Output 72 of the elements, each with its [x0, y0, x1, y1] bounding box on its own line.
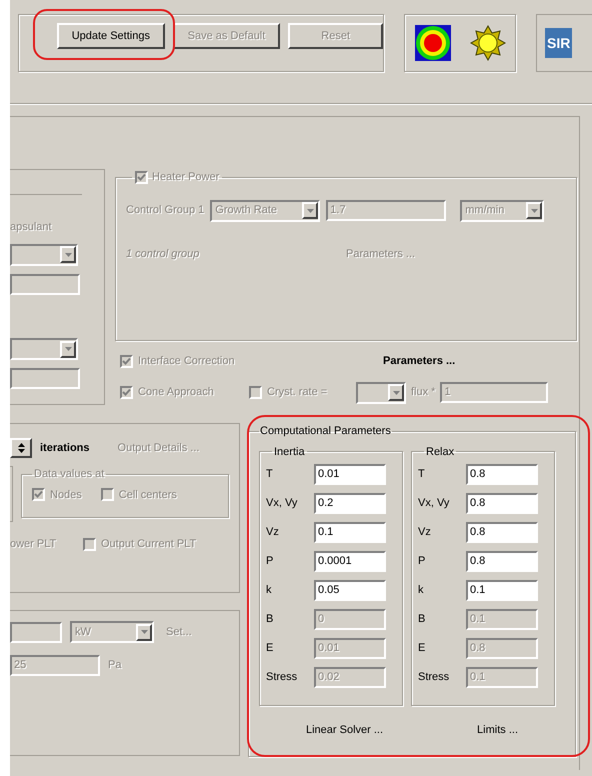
field-label: E [266, 641, 274, 656]
input-field[interactable] [10, 368, 80, 389]
spinner-arrows-icon [18, 443, 24, 453]
group-title: Computational Parameters [260, 425, 391, 437]
set-link[interactable]: Set... [166, 624, 192, 640]
input-field[interactable]: 1 [440, 382, 548, 403]
caret-icon [60, 246, 76, 263]
dropdown[interactable] [356, 382, 406, 404]
field-label: T [418, 467, 426, 482]
toolbar-button[interactable]: Update Settings [57, 23, 165, 49]
caret-icon [136, 624, 152, 640]
input-field[interactable] [10, 274, 80, 294]
input-field[interactable]: 0.8 [466, 464, 538, 485]
checkbox-label: Cryst. rate = [267, 385, 328, 400]
field-label: E [418, 641, 426, 656]
spin-button[interactable] [10, 438, 32, 458]
checkbox-label: Nodes [50, 488, 82, 502]
logo: SIR [545, 28, 572, 58]
group-title: Inertia [274, 446, 305, 458]
input-field[interactable]: 0.01 [314, 464, 386, 485]
caret-icon [388, 384, 404, 401]
field-label: T [266, 467, 274, 482]
input-field[interactable]: 0.8 [466, 493, 538, 514]
field-label: B [266, 612, 274, 628]
dialog-link-button[interactable]: Linear Solver ... [304, 722, 386, 738]
dropdown[interactable]: kW [70, 621, 154, 643]
input-field[interactable]: 0.05 [314, 580, 386, 601]
input-field[interactable]: 0.0001 [314, 551, 386, 572]
field-label: Vx, Vy [418, 496, 450, 512]
checkbox-label: ower PLT [10, 537, 58, 552]
field-label: iterations [40, 440, 90, 456]
field-label: flux * [411, 385, 436, 400]
checkbox[interactable] [100, 488, 114, 502]
caret-icon [526, 202, 542, 219]
checkbox[interactable] [32, 488, 45, 502]
group-title: Data values at [34, 468, 104, 480]
field-label: P [418, 554, 426, 570]
input-field[interactable]: 0.8 [466, 522, 538, 543]
field-label: Control Group 1 [126, 203, 204, 218]
unit-label: Pa [108, 658, 122, 674]
status-text: 1 control group [126, 246, 200, 262]
input-field[interactable]: 0.2 [314, 493, 386, 514]
checkbox[interactable] [83, 538, 96, 551]
caret-icon [60, 340, 76, 358]
dropdown[interactable] [10, 338, 78, 360]
caret-icon [302, 202, 318, 219]
dropdown[interactable] [10, 244, 78, 266]
output-details-link[interactable]: Output Details ... [118, 440, 200, 456]
checkbox-label: Cell centers [118, 488, 177, 502]
input-field[interactable]: 0.8 [466, 551, 538, 572]
field-label: Stress [418, 670, 450, 686]
field-label: Vx, Vy [266, 496, 298, 512]
group-title: Relax [426, 446, 454, 458]
field-label: Vz [266, 525, 280, 540]
input-field[interactable] [10, 622, 62, 642]
dialog-link-button[interactable]: Limits ... [475, 722, 520, 738]
input-field[interactable]: 25 [10, 655, 100, 676]
field-label: Stress [266, 670, 298, 686]
checkbox-label: Cone Approach [138, 385, 215, 400]
field-label: P [266, 554, 274, 570]
field-label: Vz [418, 525, 432, 540]
checkbox-label: Heater Power [152, 170, 220, 185]
checkbox-label: Interface Correction [138, 354, 236, 369]
sun-icon[interactable] [470, 25, 506, 61]
field-label: k [418, 583, 424, 598]
input-field[interactable]: 0.1 [314, 522, 386, 543]
field-label: B [418, 612, 426, 628]
input-field[interactable]: 0.1 [466, 580, 538, 601]
checkbox-label: Output Current PLT [101, 537, 196, 552]
field-label: apsulant [10, 220, 53, 235]
contour-plot-icon[interactable] [414, 25, 450, 61]
field-label: k [266, 583, 272, 598]
